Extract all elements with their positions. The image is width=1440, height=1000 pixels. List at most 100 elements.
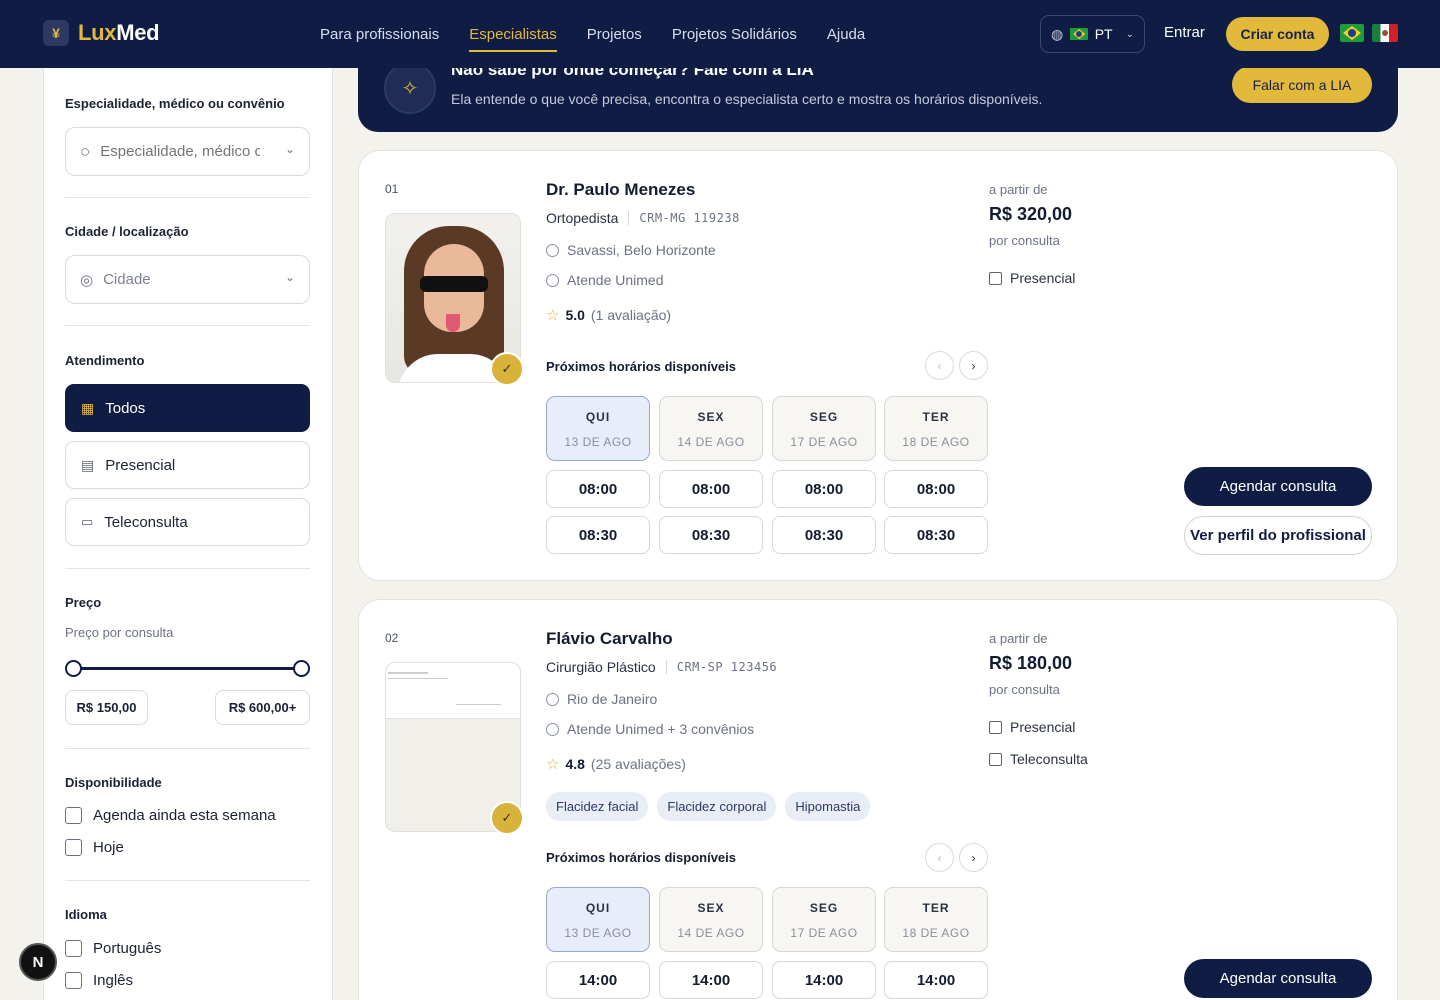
price-slider-track[interactable] [73,667,301,670]
divider [65,748,310,749]
price-slider-max-handle[interactable] [293,660,310,677]
location-pin-icon [546,692,559,706]
city-select[interactable]: ◎ Cidade ⌄ [65,255,310,304]
book-appointment-button[interactable]: Agendar consulta [1184,959,1372,998]
day-tab[interactable]: SEX 14 DE AGO [659,887,763,952]
logo[interactable]: ¥ LuxMed [43,20,160,46]
logo-mark-icon: ¥ [43,20,69,46]
checkbox[interactable] [65,839,82,856]
filters-sidebar: Especialidade, médico ou convênio ○ ⌄ Ci… [43,68,333,1000]
search-input[interactable] [100,143,261,160]
day-tab[interactable]: SEG 17 DE AGO [772,396,876,461]
price-from-label: a partir de [989,182,1048,197]
talk-to-lia-button[interactable]: Falar com a LIA [1232,66,1372,103]
login-link[interactable]: Entrar [1164,24,1205,41]
time-slot[interactable]: 14:00 [546,961,650,999]
language-portuguese-checkbox[interactable]: Português [65,940,161,957]
chevron-right-icon[interactable]: › [959,351,988,380]
language-english-checkbox[interactable]: Inglês [65,972,133,989]
time-slot[interactable]: 08:30 [884,516,988,554]
price-min-value[interactable]: R$ 150,00 [65,690,148,725]
language-filter-title: Idioma [65,907,107,922]
specialty-tag[interactable]: Hipomastia [785,792,871,821]
signup-button[interactable]: Criar conta [1226,17,1329,51]
doctor-location: Rio de Janeiro [546,691,657,707]
nav-especialistas[interactable]: Especialistas [469,0,557,68]
availability-filter-title: Disponibilidade [65,775,162,790]
price-value: R$ 180,00 [989,653,1073,673]
checkbox[interactable] [65,972,82,989]
search-filter-title: Especialidade, médico ou convênio [65,96,285,111]
day-tab[interactable]: QUI 13 DE AGO [546,396,650,461]
divider [65,880,310,881]
time-slot[interactable]: 08:00 [772,470,876,508]
video-icon: ▭ [81,514,94,529]
price-slider-min-handle[interactable] [65,660,82,677]
price-value: R$ 320,00 [989,204,1073,224]
nav-projetos[interactable]: Projetos [587,0,642,68]
day-tab[interactable]: TER 18 DE AGO [884,396,988,461]
check-circle-icon [546,273,559,287]
location-pin-icon [546,243,559,257]
specialty-tag[interactable]: Flacidez facial [546,792,649,821]
day-tab[interactable]: TER 18 DE AGO [884,887,988,952]
time-slot[interactable]: 08:30 [772,516,876,554]
divider [65,325,310,326]
checkbox[interactable] [65,807,82,824]
nav-ajuda[interactable]: Ajuda [827,0,865,68]
chevron-right-icon[interactable]: › [959,843,988,872]
doctor-insurance: Atende Unimed + 3 convênios [546,721,754,737]
card-index: 01 [385,182,399,196]
brazil-flag-icon[interactable] [1340,24,1364,42]
time-slot[interactable]: 08:00 [659,470,763,508]
attendance-option-label: Todos [105,399,146,417]
day-tab[interactable]: SEX 14 DE AGO [659,396,763,461]
video-icon [989,752,1002,766]
time-slot[interactable]: 14:00 [659,961,763,999]
day-tab[interactable]: QUI 13 DE AGO [546,887,650,952]
search-field[interactable]: ○ ⌄ [65,127,310,176]
language-selector[interactable]: ◍ PT ⌄ [1040,15,1145,53]
time-slot[interactable]: 08:00 [884,470,988,508]
attendance-option-todos[interactable]: ▦ Todos [65,384,310,432]
top-navigation-bar: ¥ LuxMed Para profissionais Especialista… [0,0,1440,68]
time-slot[interactable]: 14:00 [884,961,988,999]
mexico-flag-icon[interactable] [1372,24,1398,42]
time-slot[interactable]: 08:30 [659,516,763,554]
building-icon: ▤ [81,456,95,473]
floating-action-button[interactable]: N [19,943,57,981]
view-profile-button[interactable]: Ver perfil do profissional [1184,516,1372,555]
time-slot[interactable]: 14:00 [772,961,876,999]
check-circle-icon [546,722,559,736]
nav-para-profissionais[interactable]: Para profissionais [320,0,439,68]
checkbox[interactable] [65,940,82,957]
attendance-option-teleconsulta[interactable]: ▭ Teleconsulta [65,498,310,546]
availability-today-checkbox[interactable]: Hoje [65,839,124,856]
language-code: PT [1094,26,1113,42]
doctor-name[interactable]: Flávio Carvalho [546,629,673,649]
chevron-left-icon[interactable]: ‹ [925,351,954,380]
price-max-value[interactable]: R$ 600,00+ [215,690,310,725]
location-pin-icon: ◎ [80,271,94,289]
doctor-location: Savassi, Belo Horizonte [546,242,716,258]
checkbox-label: Inglês [93,972,134,989]
attendance-option-presencial[interactable]: ▤ Presencial [65,441,310,489]
checkbox-label: Português [93,940,162,957]
time-slot[interactable]: 08:00 [546,470,650,508]
doctor-rating: ☆ 5.0 (1 avaliação) [546,307,672,324]
day-tab[interactable]: SEG 17 DE AGO [772,887,876,952]
globe-icon: ◍ [1051,25,1064,42]
slots-title: Próximos horários disponíveis [546,850,736,865]
time-slot[interactable]: 08:30 [546,516,650,554]
book-appointment-button[interactable]: Agendar consulta [1184,467,1372,506]
doctor-insurance: Atende Unimed [546,272,664,288]
availability-this-week-checkbox[interactable]: Agenda ainda esta semana [65,807,276,824]
attendance-mode: Presencial [989,719,1075,735]
doctor-name[interactable]: Dr. Paulo Menezes [546,180,695,200]
doctor-specialty: Ortopedista [546,210,619,226]
chevron-left-icon[interactable]: ‹ [925,843,954,872]
building-icon [989,720,1002,734]
nav-projetos-solidarios[interactable]: Projetos Solidários [672,0,797,68]
checkbox-label: Agenda ainda esta semana [93,807,276,824]
specialty-tag[interactable]: Flacidez corporal [657,792,777,821]
